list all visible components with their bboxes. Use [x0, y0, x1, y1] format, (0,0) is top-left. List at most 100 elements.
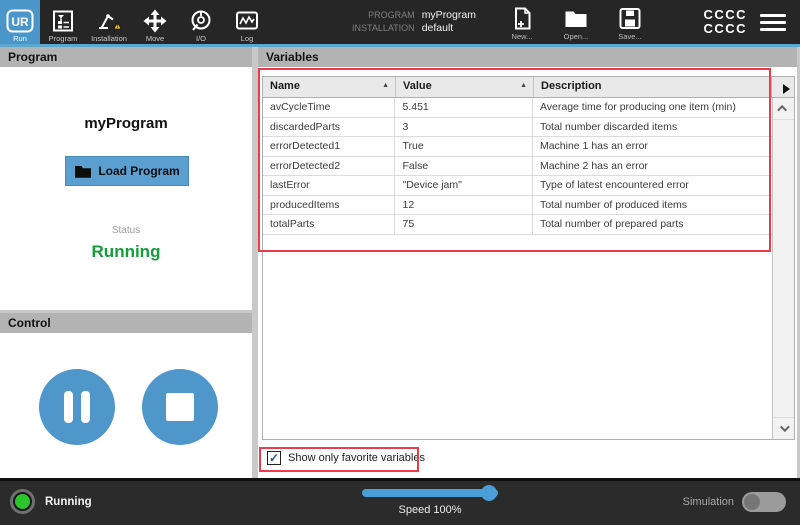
polyscope-screen: UR Run Program ! Installation M [0, 0, 800, 525]
status-dot-ring [10, 489, 35, 514]
cell-description: Total number of produced items [533, 196, 772, 215]
status-label: Status [0, 225, 252, 236]
installation-label: INSTALLATION [352, 22, 415, 35]
save-floppy-icon [619, 7, 641, 30]
status-dot-green [15, 494, 30, 509]
tab-move[interactable]: Move [132, 0, 178, 44]
column-expand-button[interactable] [772, 77, 794, 97]
program-name-value: myProgram [422, 9, 476, 22]
table-row[interactable]: producedItems12Total number of produced … [263, 196, 772, 216]
simulation-control: Simulation [683, 492, 786, 512]
hamburger-menu-icon[interactable] [760, 14, 786, 31]
ur-logo-icon: UR [6, 8, 34, 34]
tab-log-label: Log [241, 35, 254, 43]
right-triangle-icon [783, 84, 790, 94]
cell-value: 3 [395, 118, 532, 137]
cell-value: "Device jam" [395, 176, 532, 195]
brand-logo-text: CCCC CCCC [703, 8, 747, 35]
cell-value: 5.451 [395, 98, 532, 117]
tab-io-label: I/O [196, 35, 206, 43]
robot-status-indicator: Running [10, 489, 92, 514]
save-button[interactable]: Save... [610, 7, 650, 41]
column-header-value[interactable]: Value ▲ [396, 77, 534, 97]
speed-slider-group: Speed 100% [362, 489, 498, 516]
top-bar: UR Run Program ! Installation M [0, 0, 800, 44]
check-icon: ✓ [269, 452, 279, 464]
svg-text:UR: UR [11, 15, 29, 29]
chevron-up-icon [777, 105, 787, 115]
cell-value: 12 [395, 196, 532, 215]
footer-status-text: Running [45, 496, 92, 508]
main-tabs: UR Run Program ! Installation M [0, 0, 270, 44]
variables-table-body: avCycleTime5.451Average time for produci… [263, 98, 772, 439]
svg-text:!: ! [117, 24, 119, 30]
cell-description: Total number discarded items [533, 118, 772, 137]
folder-icon [74, 164, 92, 179]
table-row[interactable]: avCycleTime5.451Average time for produci… [263, 98, 772, 118]
load-program-button[interactable]: Load Program [65, 156, 189, 186]
chevron-down-icon [780, 422, 790, 432]
variables-panel-header: Variables [258, 47, 797, 67]
favorites-checkbox[interactable]: ✓ [267, 451, 281, 465]
pause-icon [64, 391, 90, 423]
program-panel-header: Program [0, 47, 252, 67]
speed-slider-track[interactable] [362, 489, 498, 497]
tab-run[interactable]: UR Run [0, 0, 40, 44]
table-row[interactable]: errorDetected2FalseMachine 2 has an erro… [263, 157, 772, 177]
cell-name: lastError [263, 176, 395, 195]
cell-description: Machine 2 has an error [533, 157, 772, 176]
new-file-icon [512, 7, 532, 30]
open-button-label: Open... [564, 32, 589, 41]
vertical-scrollbar[interactable] [772, 98, 794, 439]
cell-description: Machine 1 has an error [533, 137, 772, 156]
cell-name: errorDetected1 [263, 137, 395, 156]
program-info: PROGRAM INSTALLATION myProgram default [352, 0, 476, 44]
new-button-label: New... [512, 32, 533, 41]
control-panel-body [0, 333, 252, 478]
open-folder-icon [564, 7, 588, 30]
variables-table-header: Name ▲ Value ▲ Description [263, 77, 794, 98]
tab-move-label: Move [146, 35, 164, 43]
new-button[interactable]: New... [502, 7, 542, 41]
tab-installation[interactable]: ! Installation [86, 0, 132, 44]
simulation-toggle[interactable] [742, 492, 786, 512]
control-panel-header: Control [0, 313, 252, 333]
table-row[interactable]: lastError"Device jam"Type of latest enco… [263, 176, 772, 196]
tab-program[interactable]: Program [40, 0, 86, 44]
tab-log[interactable]: Log [224, 0, 270, 44]
column-header-name[interactable]: Name ▲ [263, 77, 396, 97]
variables-table: Name ▲ Value ▲ Description avCycleTime5.… [262, 76, 795, 440]
left-column: Program myProgram Load Program Status Ru… [0, 47, 252, 478]
tab-program-label: Program [49, 35, 78, 43]
stop-button[interactable] [142, 369, 218, 445]
table-row[interactable]: errorDetected1TrueMachine 1 has an error [263, 137, 772, 157]
pause-button[interactable] [39, 369, 115, 445]
bottom-status-bar: Running Speed 100% Simulation [0, 478, 800, 525]
sort-asc-icon: ▲ [520, 82, 527, 89]
table-row[interactable]: discardedParts3Total number discarded it… [263, 118, 772, 138]
favorites-checkbox-row: ✓ Show only favorite variables [267, 451, 425, 465]
scroll-up-button[interactable] [773, 98, 794, 120]
loaded-program-name: myProgram [0, 115, 252, 132]
installation-name-value: default [422, 22, 476, 35]
sort-asc-icon: ▲ [382, 82, 389, 89]
status-value: Running [0, 242, 252, 262]
cell-value: 75 [395, 215, 532, 234]
cell-name: producedItems [263, 196, 395, 215]
variables-panel-body: Name ▲ Value ▲ Description avCycleTime5.… [258, 67, 797, 478]
save-button-label: Save... [618, 32, 641, 41]
column-header-description[interactable]: Description [534, 77, 772, 97]
table-row[interactable]: totalParts75Total number of prepared par… [263, 215, 772, 235]
tab-io[interactable]: I/O [178, 0, 224, 44]
cell-name: avCycleTime [263, 98, 395, 117]
open-button[interactable]: Open... [556, 7, 596, 41]
cell-description: Total number of prepared parts [533, 215, 772, 234]
file-actions: New... Open... Save... [502, 0, 650, 44]
variables-panel: Variables Name ▲ Value ▲ Description [258, 47, 797, 478]
cell-name: discardedParts [263, 118, 395, 137]
speed-slider-knob[interactable] [481, 485, 497, 501]
log-chart-icon [235, 8, 259, 34]
scroll-down-button[interactable] [773, 417, 794, 439]
move-arrows-icon [143, 8, 167, 34]
load-program-button-label: Load Program [98, 164, 179, 178]
